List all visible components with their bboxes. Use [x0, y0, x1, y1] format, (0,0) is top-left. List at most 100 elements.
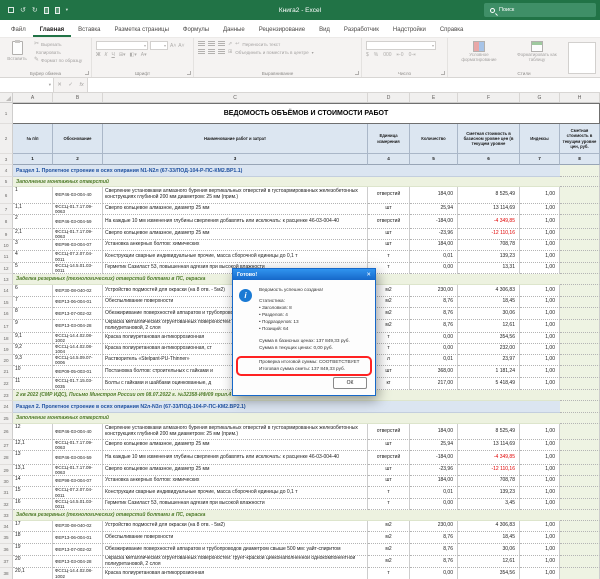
underline-button[interactable]: Ч [111, 52, 114, 58]
cell-num[interactable]: 18 [13, 532, 53, 544]
align-top-icon[interactable] [198, 41, 205, 47]
cell-num[interactable]: 9,2 [13, 344, 53, 355]
tab-Надстройки[interactable]: Надстройки [386, 24, 433, 37]
cell-code[interactable]: ФССЦ-01.7.17.09-0063 [53, 204, 103, 215]
fill-color-icon[interactable]: ◧▾ [130, 52, 137, 58]
cell-name[interactable]: Конструкции сварные индивидуальные прочи… [103, 251, 368, 263]
tab-Рецензирование[interactable]: Рецензирование [252, 24, 312, 37]
cell-cost[interactable]: 23,97 [458, 355, 520, 366]
copy-button[interactable]: Копировать [34, 50, 82, 55]
increase-font-icon[interactable]: A˄ [170, 43, 176, 49]
cell-index[interactable]: 1,00 [520, 451, 560, 465]
cell-unit[interactable]: шт [368, 229, 410, 240]
cell-current[interactable] [560, 378, 600, 390]
open-folder-icon[interactable] [55, 7, 60, 14]
tab-Формулы[interactable]: Формулы [176, 24, 216, 37]
colnum-6[interactable]: 6 [458, 154, 520, 165]
cell-num[interactable]: 12,1 [13, 440, 53, 451]
cell-unit[interactable]: т [368, 499, 410, 510]
cell-qty[interactable]: 0,00 [410, 333, 458, 344]
cell-code[interactable]: ФЕР98-03-004-07 [53, 476, 103, 487]
row-header-14[interactable]: 14 [0, 285, 13, 297]
cell-name[interactable]: Сверло кольцевое алмазное, диаметр 25 мм [103, 465, 368, 476]
cell-current[interactable] [560, 177, 600, 187]
cell-index[interactable]: 1,00 [520, 187, 560, 204]
cell-unit[interactable]: шт [368, 465, 410, 476]
cell-index[interactable]: 1,00 [520, 440, 560, 451]
cell-current[interactable] [560, 187, 600, 204]
cell-current[interactable] [560, 424, 600, 440]
cell-qty[interactable]: 0,00 [410, 499, 458, 510]
cell-code[interactable]: ФССЦ-07.2.07.04-0011 [53, 487, 103, 499]
cell-num[interactable]: 13 [13, 451, 53, 465]
cell-code[interactable]: ФЕР13-07-002-02 [53, 308, 103, 320]
cell-index[interactable]: 1,00 [520, 355, 560, 366]
cell-unit[interactable]: отверстий [368, 187, 410, 204]
cell-index[interactable]: 1,00 [520, 308, 560, 320]
cell-index[interactable]: 1,00 [520, 378, 560, 390]
cell-unit[interactable]: отверстий [368, 424, 410, 440]
row-header-19[interactable]: 19 [0, 344, 13, 355]
cell-index[interactable]: 1,00 [520, 263, 560, 274]
cell-num[interactable]: 7 [13, 297, 53, 308]
cell-num[interactable]: 3 [13, 240, 53, 251]
cell-qty[interactable]: -23,96 [410, 465, 458, 476]
cell-index[interactable]: 1,00 [520, 333, 560, 344]
row-header-29[interactable]: 29 [0, 465, 13, 476]
cell-unit[interactable]: м2 [368, 556, 410, 568]
cell-current[interactable] [560, 521, 600, 532]
increase-decimal-icon[interactable]: ⇤0 [397, 52, 404, 58]
qat-dropdown-icon[interactable]: ▾ [66, 7, 68, 13]
dialog-titlebar[interactable]: Готово! ✕ [233, 269, 375, 280]
cell-unit[interactable]: м2 [368, 544, 410, 556]
cell-current[interactable] [560, 532, 600, 544]
column-header-D[interactable]: D [368, 93, 410, 102]
cell-qty[interactable]: -184,00 [410, 451, 458, 465]
font-dialog-launcher-icon[interactable] [187, 71, 191, 75]
header-cell-unit[interactable]: Единица измерения [368, 124, 410, 154]
cell-code[interactable]: ФЕР46-03-004-59 [53, 451, 103, 465]
cell-cost[interactable]: 708,78 [458, 476, 520, 487]
cell-num[interactable]: 9,1 [13, 333, 53, 344]
tab-Вид[interactable]: Вид [312, 24, 337, 37]
cell-qty[interactable]: 0,01 [410, 355, 458, 366]
cell-name[interactable]: Установка анкерных болтов: химических [103, 476, 368, 487]
cell-unit[interactable]: шт [368, 204, 410, 215]
percent-icon[interactable]: % [374, 52, 378, 58]
cell-current[interactable] [560, 333, 600, 344]
cancel-icon[interactable]: ✕ [57, 82, 62, 88]
row-header-23[interactable]: 23 [0, 390, 13, 401]
cell-current[interactable] [560, 263, 600, 274]
cell-current[interactable] [560, 320, 600, 333]
cell-current[interactable] [560, 465, 600, 476]
column-header-B[interactable]: B [53, 93, 103, 102]
cell-current[interactable] [560, 215, 600, 229]
colnum-5[interactable]: 5 [410, 154, 458, 165]
cell-code[interactable]: ФЕР46-03-004-40 [53, 424, 103, 440]
cell-num[interactable]: 12 [13, 424, 53, 440]
row-header-30[interactable]: 30 [0, 476, 13, 487]
font-color-icon[interactable]: А▾ [141, 52, 147, 58]
colnum-1[interactable]: 1 [13, 154, 53, 165]
cell-current[interactable] [560, 499, 600, 510]
cell-qty[interactable]: 184,00 [410, 424, 458, 440]
header-cell-current[interactable]: Сметная стоимость в текущем уровне цен, … [560, 124, 600, 154]
row-header-9[interactable]: 9 [0, 229, 13, 240]
cell-qty[interactable]: 368,00 [410, 366, 458, 378]
cell-qty[interactable]: 8,76 [410, 308, 458, 320]
colnum-2[interactable]: 2 [53, 154, 103, 165]
cell-cost[interactable]: -12 110,16 [458, 229, 520, 240]
header-cell-num[interactable]: № п/п [13, 124, 53, 154]
row-header-8[interactable]: 8 [0, 215, 13, 229]
cell-current[interactable] [560, 229, 600, 240]
italic-button[interactable]: К [105, 52, 108, 58]
tab-Справка[interactable]: Справка [433, 24, 471, 37]
decrease-decimal-icon[interactable]: 0⇥ [409, 52, 416, 58]
cell-styles-gallery[interactable] [568, 42, 596, 74]
close-icon[interactable]: ✕ [366, 272, 371, 278]
colnum-3[interactable]: 3 [103, 154, 368, 165]
cell-num[interactable]: 10 [13, 366, 53, 378]
save-icon[interactable] [8, 7, 14, 13]
cell-unit[interactable]: т [368, 251, 410, 263]
row-header-4[interactable]: 4 [0, 165, 13, 177]
